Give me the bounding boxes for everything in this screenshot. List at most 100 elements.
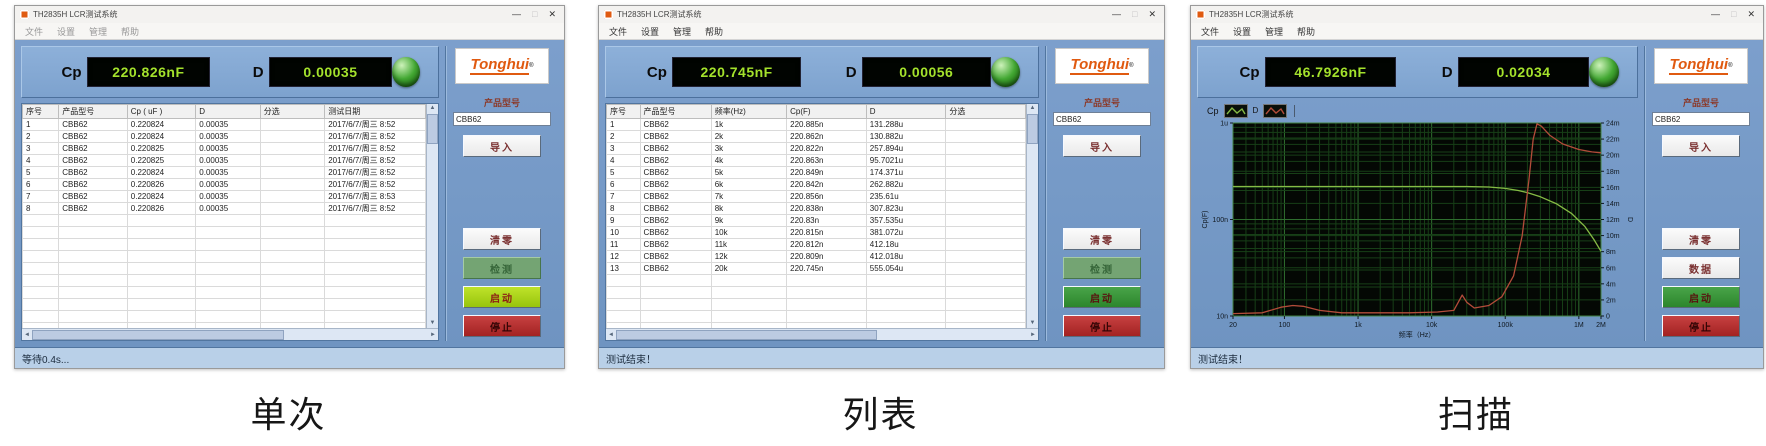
window-title: TH2835H LCR测试系统 xyxy=(33,10,118,19)
menu-item[interactable]: 文件 xyxy=(18,25,50,38)
d-curve-icon[interactable] xyxy=(1263,103,1288,118)
svg-text:2m: 2m xyxy=(1606,297,1616,304)
svg-text:6m: 6m xyxy=(1606,265,1616,272)
legend-d-label: D xyxy=(1252,106,1259,115)
stop-button[interactable]: 停止 xyxy=(1063,315,1141,337)
table-row[interactable]: 11 CBB62 11k 220.812n 412.18u xyxy=(606,238,1026,251)
table-row[interactable]: 6 CBB62 0.220826 0.00035 2017/6/7/周三 8:52 xyxy=(22,178,426,191)
scroll-left-icon[interactable]: ◄ xyxy=(608,332,614,338)
menu-item[interactable]: 文件 xyxy=(602,25,634,38)
horizontal-scrollbar[interactable]: ◄ ► xyxy=(606,328,1038,340)
table-row[interactable]: 3 CBB62 0.220825 0.00035 2017/6/7/周三 8:52 xyxy=(22,142,426,155)
close-button[interactable]: ✕ xyxy=(548,10,556,19)
menu-item[interactable]: 管理 xyxy=(82,25,114,38)
close-button[interactable]: ✕ xyxy=(1747,10,1755,19)
start-button[interactable]: 启动 xyxy=(1063,286,1141,308)
product-model-input[interactable] xyxy=(1652,112,1750,126)
empty-row xyxy=(606,286,1026,299)
table-row[interactable]: 13 CBB62 20k 220.745n 555.054u xyxy=(606,262,1026,275)
caption-sweep: 扫描 xyxy=(1437,394,1514,435)
column-header: 产品型号 xyxy=(58,104,128,119)
scrollbar-thumb[interactable] xyxy=(616,329,878,340)
scroll-up-icon[interactable]: ▲ xyxy=(430,104,436,113)
minimize-button[interactable]: — xyxy=(1112,10,1121,19)
sweep-chart-panel: Cp D 20 100 1k 10k 100k 1M 2M 频率（Hz） 1u 100n 10n Cp… xyxy=(1197,103,1638,341)
menu-item[interactable]: 帮助 xyxy=(1290,25,1322,38)
menu-item[interactable]: 设置 xyxy=(1226,25,1258,38)
menu-item[interactable]: 帮助 xyxy=(114,25,146,38)
data-button[interactable]: 数据 xyxy=(1662,257,1740,279)
scroll-down-icon[interactable]: ▼ xyxy=(1030,319,1036,328)
start-button[interactable]: 启动 xyxy=(1662,286,1740,308)
svg-text:22m: 22m xyxy=(1606,137,1620,144)
caption-list: 列表 xyxy=(842,394,919,435)
minimize-button[interactable]: — xyxy=(512,10,521,19)
svg-text:1M: 1M xyxy=(1574,322,1584,329)
table-row[interactable]: 1 CBB62 1k 220.885n 131.288u xyxy=(606,118,1026,131)
status-bar: 测试结束！ xyxy=(599,347,1164,368)
start-button[interactable]: 启动 xyxy=(463,286,541,308)
scrollbar-thumb[interactable] xyxy=(32,329,284,340)
table-row[interactable]: 7 CBB62 0.220824 0.00035 2017/6/7/周三 8:53 xyxy=(22,190,426,203)
table-row[interactable]: 2 CBB62 0.220824 0.00035 2017/6/7/周三 8:52 xyxy=(22,130,426,143)
table-row[interactable]: 7 CBB62 7k 220.856n 235.61u xyxy=(606,190,1026,203)
table-row[interactable]: 8 CBB62 8k 220.838n 307.823u xyxy=(606,202,1026,215)
svg-text:14m: 14m xyxy=(1606,201,1620,208)
minimize-button[interactable]: — xyxy=(1711,10,1720,19)
table-row[interactable]: 4 CBB62 4k 220.863n 95.7021u xyxy=(606,154,1026,167)
import-button[interactable]: 导入 xyxy=(1063,135,1141,157)
table-row[interactable]: 1 CBB62 0.220824 0.00035 2017/6/7/周三 8:52 xyxy=(22,118,426,131)
clear-button[interactable]: 清零 xyxy=(1063,228,1141,250)
clear-button[interactable]: 清零 xyxy=(1662,228,1740,250)
table-row[interactable]: 10 CBB62 10k 220.815n 381.072u xyxy=(606,226,1026,239)
scroll-right-icon[interactable]: ► xyxy=(430,332,436,338)
scrollbar-thumb[interactable] xyxy=(427,114,438,144)
scrollbar-thumb[interactable] xyxy=(1027,114,1038,144)
scroll-up-icon[interactable]: ▲ xyxy=(1030,104,1036,113)
menu-item[interactable]: 帮助 xyxy=(698,25,730,38)
menu-item[interactable]: 设置 xyxy=(634,25,666,38)
menu-item[interactable]: 设置 xyxy=(50,25,82,38)
table-row[interactable]: 6 CBB62 6k 220.842n 262.882u xyxy=(606,178,1026,191)
svg-text:Cp(F): Cp(F) xyxy=(1202,211,1209,229)
clear-button[interactable]: 清零 xyxy=(463,228,541,250)
scroll-right-icon[interactable]: ► xyxy=(1030,332,1036,338)
import-button[interactable]: 导入 xyxy=(463,135,541,157)
table-row[interactable]: 2 CBB62 2k 220.862n 130.882u xyxy=(606,130,1026,143)
table-row[interactable]: 5 CBB62 5k 220.849n 174.371u xyxy=(606,166,1026,179)
svg-text:12m: 12m xyxy=(1606,217,1620,224)
cp-curve-icon[interactable] xyxy=(1223,103,1248,118)
sidebar: Tonghui® 产品型号 导入 清零检测启动停止 xyxy=(445,46,558,341)
maximize-button[interactable]: □ xyxy=(1132,10,1137,19)
vertical-scrollbar[interactable]: ▲ ▼ xyxy=(426,104,438,328)
table-row[interactable]: 9 CBB62 9k 220.83n 357.535u xyxy=(606,214,1026,227)
empty-row xyxy=(22,298,426,311)
cp-label: Cp xyxy=(61,63,82,81)
table-row[interactable]: 8 CBB62 0.220826 0.00035 2017/6/7/周三 8:52 xyxy=(22,202,426,215)
horizontal-scrollbar[interactable]: ◄ ► xyxy=(22,328,438,340)
vertical-scrollbar[interactable]: ▲ ▼ xyxy=(1026,104,1038,328)
menu-bar: 文件 设置 管理 帮助 xyxy=(599,23,1164,40)
menu-item[interactable]: 文件 xyxy=(1194,25,1226,38)
menu-item[interactable]: 管理 xyxy=(1258,25,1290,38)
maximize-button[interactable]: □ xyxy=(1731,10,1736,19)
menu-item[interactable]: 管理 xyxy=(666,25,698,38)
product-model-input[interactable] xyxy=(453,112,551,126)
column-header: 序号 xyxy=(606,104,641,119)
column-header: 序号 xyxy=(22,104,60,119)
stop-button[interactable]: 停止 xyxy=(463,315,541,337)
table-row[interactable]: 12 CBB62 12k 220.809n 412.018u xyxy=(606,250,1026,263)
import-button[interactable]: 导入 xyxy=(1662,135,1740,157)
product-model-input[interactable] xyxy=(1053,112,1151,126)
detect-button[interactable]: 检测 xyxy=(1063,257,1141,279)
close-button[interactable]: ✕ xyxy=(1148,10,1156,19)
table-row[interactable]: 4 CBB62 0.220825 0.00035 2017/6/7/周三 8:52 xyxy=(22,154,426,167)
detect-button[interactable]: 检测 xyxy=(463,257,541,279)
maximize-button[interactable]: □ xyxy=(532,10,537,19)
table-row[interactable]: 5 CBB62 0.220824 0.00035 2017/6/7/周三 8:52 xyxy=(22,166,426,179)
svg-text:10n: 10n xyxy=(1216,314,1228,321)
stop-button[interactable]: 停止 xyxy=(1662,315,1740,337)
table-row[interactable]: 3 CBB62 3k 220.822n 257.894u xyxy=(606,142,1026,155)
scroll-down-icon[interactable]: ▼ xyxy=(430,319,436,328)
scroll-left-icon[interactable]: ◄ xyxy=(24,332,30,338)
